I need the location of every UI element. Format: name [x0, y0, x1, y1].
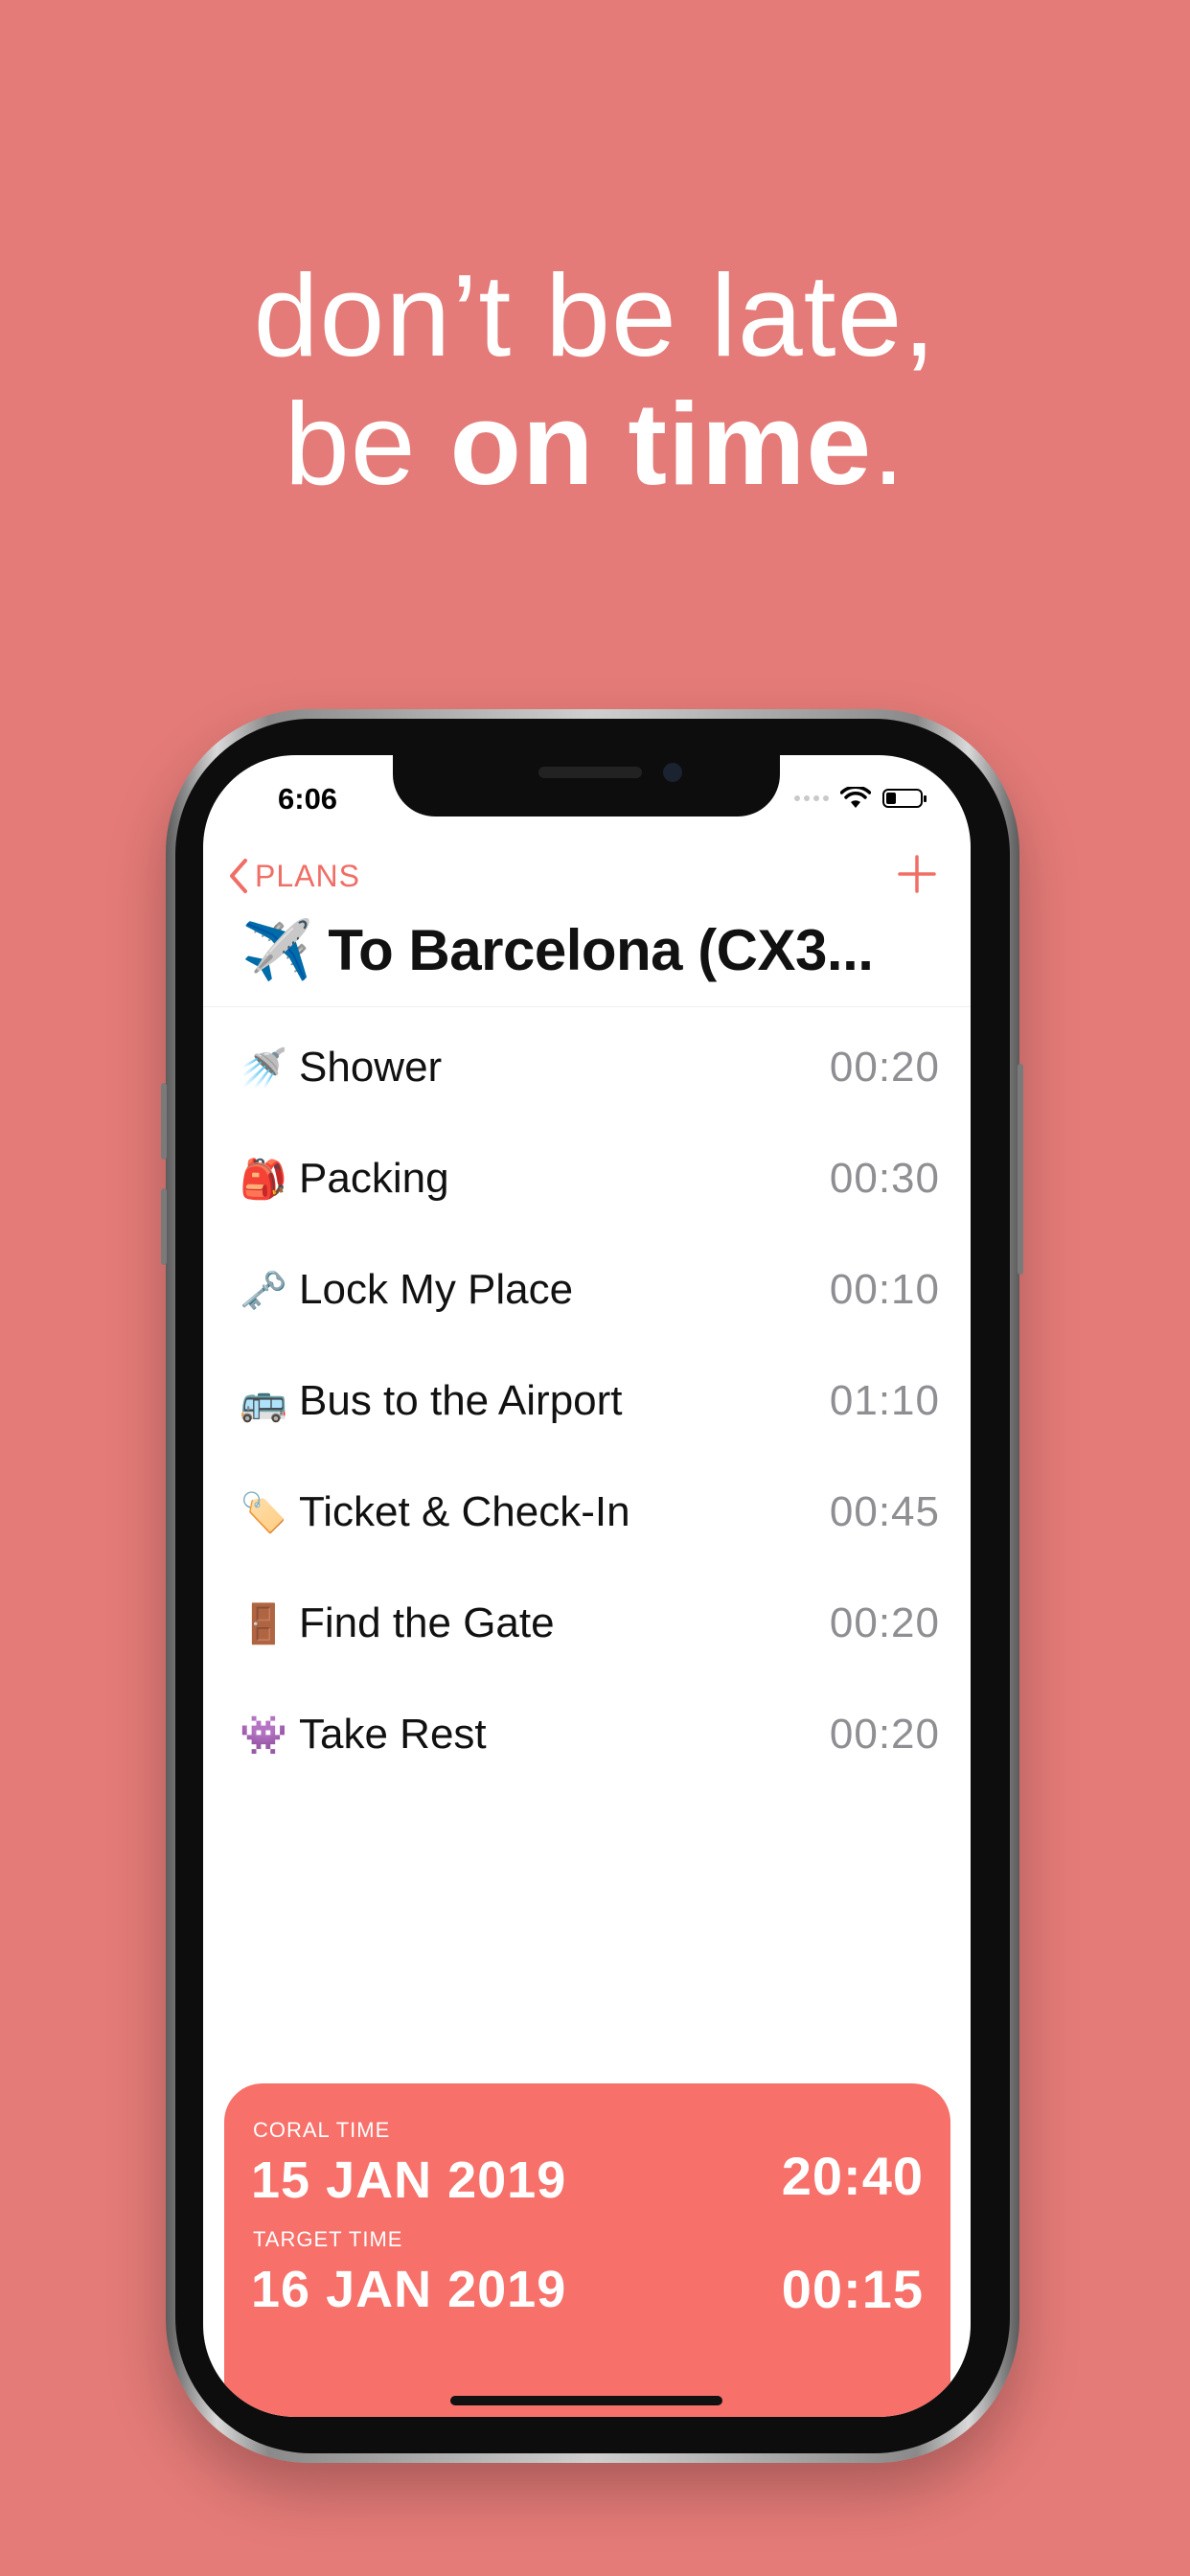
- task-row-shower[interactable]: 🚿 Shower 00:20: [203, 1012, 971, 1123]
- task-row-bus-to-airport[interactable]: 🚌 Bus to the Airport 01:10: [203, 1346, 971, 1457]
- task-row-ticket-check-in[interactable]: 🏷️ Ticket & Check-In 00:45: [203, 1457, 971, 1568]
- headline-line-2: be on time.: [0, 380, 1190, 508]
- status-icons: [794, 784, 927, 813]
- task-duration: 01:10: [829, 1377, 940, 1424]
- notch: [393, 755, 780, 816]
- phone-side-button-left: [161, 1083, 167, 1160]
- ticket-tag-icon: 🏷️: [240, 1491, 287, 1534]
- coral-date: 15 JAN 2019: [251, 2151, 567, 2209]
- phone-side-button-left-2: [161, 1188, 167, 1265]
- time-summary-card: CORAL TIME 15 JAN 2019 20:40 TARGET TIME…: [224, 2083, 950, 2417]
- headline-line-2-prefix: be: [284, 379, 450, 509]
- headline-line-1: don’t be late,: [253, 250, 937, 380]
- task-label: Ticket & Check-In: [299, 1488, 630, 1535]
- task-row-find-the-gate[interactable]: 🚪 Find the Gate 00:20: [203, 1568, 971, 1679]
- task-row-packing[interactable]: 🎒 Packing 00:30: [203, 1123, 971, 1234]
- wifi-icon: [840, 787, 871, 808]
- shower-icon: 🚿: [240, 1046, 287, 1090]
- backpack-icon: 🎒: [240, 1158, 287, 1201]
- back-button[interactable]: PLANS: [228, 857, 360, 895]
- task-row-take-rest[interactable]: 👾 Take Rest 00:20: [203, 1679, 971, 1790]
- coral-time: 20:40: [781, 2146, 924, 2206]
- airplane-icon: ✈️: [241, 918, 313, 982]
- task-label: Lock My Place: [299, 1266, 574, 1313]
- phone-screen: 6:06 PLANS ✈️ To Barcelona (CX3... 🚿 Sho…: [203, 755, 971, 2417]
- task-row-lock-my-place[interactable]: 🗝️ Lock My Place 00:10: [203, 1234, 971, 1346]
- task-list: 🚿 Shower 00:20 🎒 Packing 00:30 🗝️ Lock M…: [203, 1012, 971, 1790]
- task-label: Take Rest: [299, 1711, 487, 1758]
- task-label: Find the Gate: [299, 1599, 555, 1646]
- headline: don’t be late, be on time.: [0, 251, 1190, 508]
- task-duration: 00:20: [829, 1599, 940, 1646]
- task-duration: 00:20: [829, 1044, 940, 1091]
- bus-icon: 🚌: [240, 1380, 287, 1423]
- door-icon: 🚪: [240, 1602, 287, 1645]
- phone-side-button-right: [1018, 1064, 1023, 1275]
- task-duration: 00:20: [829, 1711, 940, 1758]
- speaker: [538, 767, 642, 778]
- plan-title-text: To Barcelona (CX3...: [328, 918, 874, 982]
- front-camera: [663, 763, 682, 782]
- task-label: Shower: [299, 1044, 443, 1091]
- headline-line-2-suffix: .: [872, 379, 906, 509]
- target-time-label: TARGET TIME: [253, 2227, 403, 2251]
- task-label: Packing: [299, 1155, 449, 1202]
- task-label: Bus to the Airport: [299, 1377, 623, 1424]
- target-time: 00:15: [781, 2259, 924, 2319]
- space-invader-icon: 👾: [240, 1714, 287, 1757]
- target-date: 16 JAN 2019: [251, 2261, 567, 2318]
- cellular-signal-icon: [794, 795, 829, 801]
- key-icon: 🗝️: [240, 1269, 287, 1312]
- plan-title: ✈️ To Barcelona (CX3...: [241, 916, 874, 984]
- status-time: 6:06: [278, 782, 338, 816]
- battery-icon: [882, 789, 927, 808]
- task-duration: 00:30: [829, 1155, 940, 1202]
- coral-time-label: CORAL TIME: [253, 2118, 391, 2142]
- headline-emphasis: on time: [449, 379, 873, 509]
- divider: [203, 1006, 971, 1007]
- home-indicator[interactable]: [450, 2396, 722, 2405]
- plus-icon[interactable]: [896, 853, 938, 895]
- chevron-left-icon: [230, 859, 247, 893]
- task-duration: 00:10: [829, 1266, 940, 1313]
- back-button-label: PLANS: [255, 858, 360, 893]
- task-duration: 00:45: [829, 1488, 940, 1535]
